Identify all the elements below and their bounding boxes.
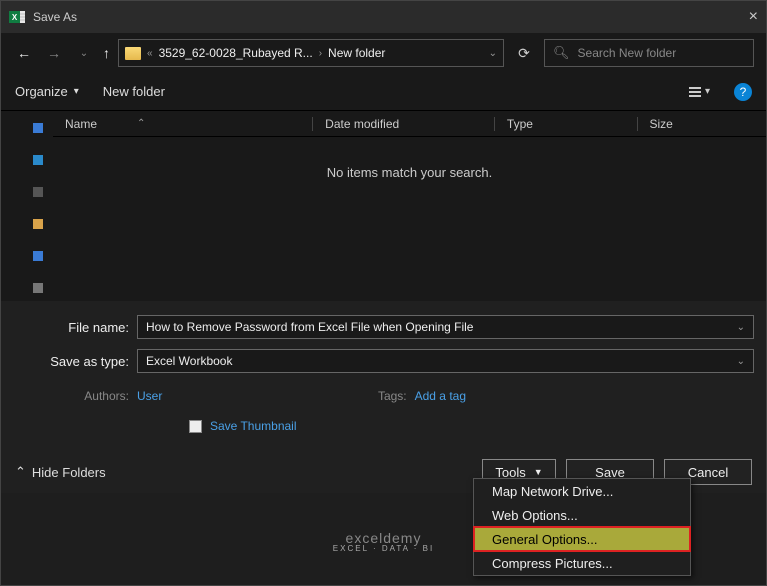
refresh-button[interactable]: ⟳ (512, 45, 536, 62)
quick-access-icon[interactable] (33, 123, 43, 133)
thumbnail-label: Save Thumbnail (210, 419, 297, 433)
authors-label: Authors: (13, 389, 129, 403)
tools-menu: Map Network Drive... Web Options... Gene… (473, 478, 691, 576)
list-view-icon (689, 87, 701, 97)
address-dropdown[interactable]: ⌄ (489, 48, 497, 59)
titlebar: X Save As × (1, 1, 766, 33)
folder-icon (125, 47, 141, 60)
nav-sidebar[interactable] (1, 111, 53, 301)
chevron-down-icon[interactable]: ⌄ (737, 322, 745, 333)
sort-indicator-icon: ⌃ (137, 118, 145, 129)
navigation-bar: ← → ⌄ ↑ « 3529_62-0028_Rubayed R... › Ne… (1, 33, 766, 73)
chevron-down-icon[interactable]: ⌄ (737, 356, 745, 367)
authors-value[interactable]: User (137, 389, 162, 403)
column-type[interactable]: Type (494, 117, 637, 131)
tags-value[interactable]: Add a tag (415, 389, 466, 403)
desktop-icon[interactable] (33, 155, 43, 165)
breadcrumb-part[interactable]: New folder (328, 46, 385, 60)
chevron-down-icon: ▾ (705, 86, 710, 97)
help-button[interactable]: ? (734, 83, 752, 101)
new-folder-button[interactable]: New folder (103, 84, 165, 99)
organize-button[interactable]: Organize ▾ (15, 84, 79, 99)
breadcrumb-part[interactable]: 3529_62-0028_Rubayed R... (159, 46, 313, 60)
file-list: Name ⌃ Date modified Type Size No items … (53, 111, 766, 301)
savetype-select[interactable]: Excel Workbook ⌄ (137, 349, 754, 373)
column-size[interactable]: Size (637, 117, 767, 131)
empty-message: No items match your search. (53, 137, 766, 208)
savetype-label: Save as type: (13, 354, 129, 369)
hide-folders-button[interactable]: ⌃ Hide Folders (15, 464, 106, 480)
menu-web-options[interactable]: Web Options... (474, 503, 690, 527)
documents-icon[interactable] (33, 219, 43, 229)
form-area: File name: How to Remove Password from E… (1, 301, 766, 451)
view-options-button[interactable]: ▾ (689, 86, 710, 97)
filename-input[interactable]: How to Remove Password from Excel File w… (137, 315, 754, 339)
chevron-down-icon: ▼ (534, 467, 543, 477)
excel-icon: X (9, 9, 25, 25)
column-name[interactable]: Name ⌃ (53, 117, 312, 131)
recent-dropdown[interactable]: ⌄ (73, 48, 95, 59)
search-icon: 🔍︎ (553, 45, 570, 61)
svg-text:X: X (12, 13, 18, 22)
chevron-up-icon: ⌃ (15, 464, 26, 480)
menu-compress-pictures[interactable]: Compress Pictures... (474, 551, 690, 575)
toolbar: Organize ▾ New folder ▾ ? (1, 73, 766, 111)
menu-map-network-drive[interactable]: Map Network Drive... (474, 479, 690, 503)
menu-general-options[interactable]: General Options... (474, 527, 690, 551)
chevron-down-icon: ▾ (74, 86, 79, 97)
chevron-right-icon: › (319, 48, 322, 59)
search-placeholder: Search New folder (578, 46, 677, 60)
tags-label: Tags: (378, 389, 407, 403)
window-title: Save As (33, 10, 718, 24)
column-headers: Name ⌃ Date modified Type Size (53, 111, 766, 137)
thumbnail-checkbox[interactable] (189, 420, 202, 433)
up-button[interactable]: ↑ (103, 45, 110, 61)
back-button[interactable]: ← (13, 45, 35, 61)
content-area: Name ⌃ Date modified Type Size No items … (1, 111, 766, 301)
chevron-icon: « (147, 48, 153, 59)
search-input[interactable]: 🔍︎ Search New folder (544, 39, 754, 67)
filename-label: File name: (13, 320, 129, 335)
close-button[interactable]: × (718, 8, 758, 26)
column-date[interactable]: Date modified (312, 117, 494, 131)
address-bar[interactable]: « 3529_62-0028_Rubayed R... › New folder… (118, 39, 504, 67)
downloads-icon[interactable] (33, 187, 43, 197)
network-icon[interactable] (33, 283, 43, 293)
forward-button[interactable]: → (43, 45, 65, 61)
pc-icon[interactable] (33, 251, 43, 261)
